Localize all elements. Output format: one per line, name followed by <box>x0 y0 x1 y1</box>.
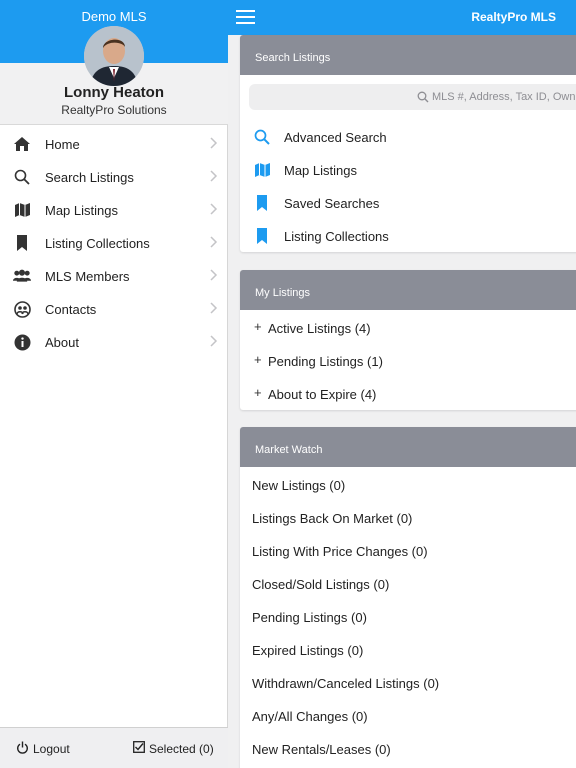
expand-plus-icon: + <box>254 385 262 400</box>
card-header: Market Watch <box>240 427 576 467</box>
nav-item-contacts[interactable]: Contacts <box>0 292 228 325</box>
listing-collections-item[interactable]: Listing Collections <box>240 219 576 252</box>
nav-label: Home <box>45 137 80 152</box>
map-icon <box>253 161 271 179</box>
logout-button[interactable]: Logout <box>16 741 70 757</box>
market-watch-item[interactable]: Closed/Sold Listings (0) <box>240 567 576 600</box>
card-header: My Listings <box>240 270 576 310</box>
chevron-right-icon <box>208 169 218 183</box>
about-to-expire-item[interactable]: + About to Expire (4) <box>240 377 576 410</box>
row-label: Saved Searches <box>284 196 380 211</box>
market-watch-item[interactable]: New Listings (0) <box>240 468 576 501</box>
user-company: RealtyPro Solutions <box>61 103 167 117</box>
chevron-right-icon <box>208 235 218 249</box>
search-listings-card: Search Listings Advanced Search Map List… <box>240 35 576 252</box>
nav-item-map-listings[interactable]: Map Listings <box>0 193 228 226</box>
row-label: New Listings (0) <box>252 478 346 493</box>
chevron-right-icon <box>208 301 218 315</box>
nav-label: Contacts <box>45 302 97 317</box>
user-name: Lonny Heaton <box>64 84 164 101</box>
logout-label: Logout <box>33 742 70 756</box>
saved-searches-item[interactable]: Saved Searches <box>240 186 576 219</box>
row-label: Listing With Price Changes (0) <box>252 544 428 559</box>
row-label: Any/All Changes (0) <box>252 709 368 724</box>
menu-icon[interactable] <box>236 10 255 24</box>
nav-item-search-listings[interactable]: Search Listings <box>0 160 228 193</box>
nav-item-listing-collections[interactable]: Listing Collections <box>0 226 228 259</box>
search-field[interactable] <box>249 84 576 110</box>
card-header: Search Listings <box>240 35 576 75</box>
search-icon <box>253 128 271 146</box>
market-watch-item[interactable]: Expired Listings (0) <box>240 633 576 666</box>
row-label: Expired Listings (0) <box>252 643 364 658</box>
active-listings-item[interactable]: + Active Listings (4) <box>240 311 576 344</box>
row-label: Active Listings (4) <box>268 321 371 336</box>
home-icon <box>13 135 31 153</box>
bookmark-icon <box>253 194 271 212</box>
market-watch-card: Market Watch New Listings (0) Listings B… <box>240 427 576 768</box>
expand-plus-icon: + <box>254 319 262 334</box>
selected-label: Selected (0) <box>149 741 214 756</box>
checkbox-icon <box>133 741 145 756</box>
row-label: Pending Listings (0) <box>252 610 367 625</box>
market-watch-item[interactable]: Any/All Changes (0) <box>240 699 576 732</box>
nav-label: About <box>45 335 79 350</box>
info-icon <box>13 333 31 351</box>
main-content: RealtyPro MLS Search Listings Advanced S… <box>228 0 576 768</box>
navigation-drawer: Demo MLS Lonny Heaton RealtyPro Solution… <box>0 0 228 768</box>
market-watch-item[interactable]: Listings Back On Market (0) <box>240 501 576 534</box>
bookmark-icon <box>253 227 271 245</box>
market-watch-item[interactable]: Pending Listings (0) <box>240 600 576 633</box>
bookmark-icon <box>13 234 31 252</box>
nav-item-about[interactable]: About <box>0 325 228 358</box>
row-label: Closed/Sold Listings (0) <box>252 577 390 592</box>
drawer-title: Demo MLS <box>81 9 147 24</box>
chevron-right-icon <box>208 202 218 216</box>
selected-button[interactable]: Selected (0) <box>133 741 214 756</box>
search-icon <box>13 168 31 186</box>
expand-plus-icon: + <box>254 352 262 367</box>
drawer-nav: Home Search Listings Map Listings Listin… <box>0 127 228 358</box>
chevron-right-icon <box>208 136 218 150</box>
market-watch-item[interactable]: New Rentals/Leases (0) <box>240 732 576 765</box>
row-label: About to Expire (4) <box>268 387 377 402</box>
top-bar: RealtyPro MLS <box>228 0 576 35</box>
members-icon <box>13 267 31 285</box>
advanced-search-item[interactable]: Advanced Search <box>240 120 576 153</box>
row-label: Pending Listings (1) <box>268 354 383 369</box>
market-watch-item[interactable]: Listing With Price Changes (0) <box>240 534 576 567</box>
market-watch-item[interactable]: Withdrawn/Canceled Listings (0) <box>240 666 576 699</box>
drawer-footer: Logout Selected (0) <box>0 727 228 768</box>
row-label: Listings Back On Market (0) <box>252 511 413 526</box>
row-label: Listing Collections <box>284 229 389 244</box>
nav-label: Listing Collections <box>45 236 150 251</box>
chevron-right-icon <box>208 334 218 348</box>
row-label: New Rentals/Leases (0) <box>252 742 391 757</box>
nav-label: MLS Members <box>45 269 130 284</box>
map-icon <box>13 201 31 219</box>
map-listings-item[interactable]: Map Listings <box>240 153 576 186</box>
app-title: RealtyPro MLS <box>471 10 556 24</box>
nav-label: Map Listings <box>45 203 118 218</box>
nav-label: Search Listings <box>45 170 134 185</box>
chevron-right-icon <box>208 268 218 282</box>
contacts-icon <box>13 300 31 318</box>
pending-listings-item[interactable]: + Pending Listings (1) <box>240 344 576 377</box>
nav-item-home[interactable]: Home <box>0 127 228 160</box>
avatar[interactable] <box>84 26 144 86</box>
power-icon <box>16 741 29 757</box>
nav-item-mls-members[interactable]: MLS Members <box>0 259 228 292</box>
search-input[interactable] <box>432 88 576 106</box>
row-label: Map Listings <box>284 163 357 178</box>
my-listings-card: My Listings + Active Listings (4) + Pend… <box>240 270 576 410</box>
row-label: Advanced Search <box>284 130 387 145</box>
row-label: Withdrawn/Canceled Listings (0) <box>252 676 440 691</box>
search-icon <box>417 90 429 103</box>
